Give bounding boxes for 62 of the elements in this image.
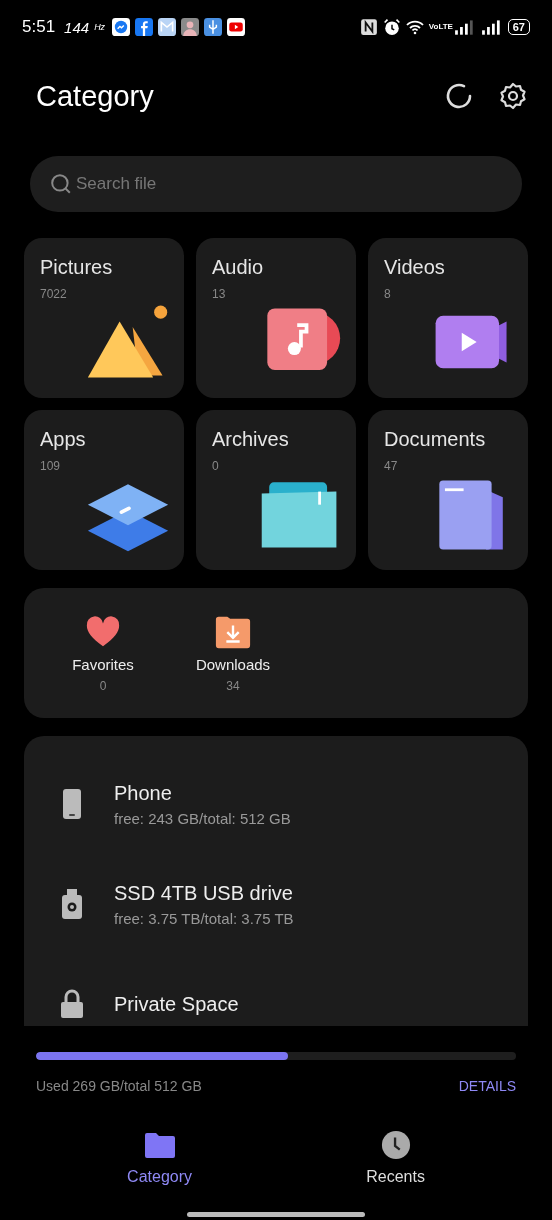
storage-item[interactable]: SSD 4TB USB drive free: 3.75 TB/total: 3.75 TB [60,854,492,954]
f-logo-icon [135,18,154,36]
category-tile[interactable]: Pictures 7022 [24,238,184,398]
storage-item[interactable]: Private Space [60,954,492,1054]
storage-item[interactable]: Phone free: 243 GB/total: 512 GB [60,754,492,854]
status-time: 5:51 [22,17,56,37]
signal-icon [480,18,503,36]
battery-level: 67 [507,19,530,35]
shortcut-item[interactable]: Favorites 0 [48,613,158,693]
folder-icon [143,1130,176,1160]
chat-bubble-icon [112,18,131,36]
nav-tab[interactable]: Recents [356,1130,435,1186]
storage-detail: free: 3.75 TB/total: 3.75 TB [114,909,294,927]
search-icon [50,173,72,195]
alarm-icon [382,18,401,36]
category-label: Archives [212,428,290,451]
storage-name: SSD 4TB USB drive [114,881,294,905]
lock-icon [60,988,84,1020]
usb-drive-icon [60,888,84,920]
refresh-rate: 144 [64,18,90,36]
mail-icon [158,18,177,36]
category-count: 7022 [40,287,68,301]
category-tile[interactable]: Audio 13 [196,238,356,398]
shortcut-count: 0 [99,678,107,693]
storage-usage-text: Used 269 GB/total 512 GB [36,1078,202,1094]
category-count: 47 [384,459,399,473]
category-tile[interactable]: Archives 0 [196,410,356,570]
category-count: 13 [212,287,227,301]
details-button[interactable]: DETAILS [458,1078,516,1094]
settings-icon[interactable] [498,81,528,111]
nav-tab[interactable]: Category [117,1130,202,1186]
category-tile[interactable]: Documents 47 [368,410,528,570]
search-field[interactable]: Search file [30,156,522,212]
storage-name: Phone [114,781,173,805]
category-label: Apps [40,428,87,451]
signal-icon [453,18,476,36]
category-tile[interactable]: Videos 8 [368,238,528,398]
category-label: Pictures [40,256,114,279]
refresh-unit: Hz [94,22,106,32]
nfc-icon [359,18,378,36]
storage-name: Private Space [114,992,239,1016]
clock-icon [379,1130,412,1160]
avatar-icon [181,18,200,36]
category-count: 109 [40,459,62,473]
wifi-icon [405,18,424,36]
shortcut-count: 34 [226,678,240,693]
usb-icon [204,18,223,36]
play-logo-icon [227,18,246,36]
page-title: Category [36,79,155,113]
category-count: 0 [212,459,220,473]
category-label: Audio [212,256,265,279]
category-label: Documents [384,428,487,451]
phone-icon [60,788,84,820]
shortcut-label: Downloads [195,655,271,673]
category-label: Videos [384,256,446,279]
refresh-icon[interactable] [444,81,474,111]
category-count: 8 [384,287,392,301]
shortcut-label: Favorites [72,655,134,673]
mountains-icon [86,304,170,380]
category-tile[interactable]: Apps 109 [24,410,184,570]
storage-detail: free: 243 GB/total: 512 GB [114,809,291,827]
shortcut-item[interactable]: Downloads 34 [178,613,288,693]
